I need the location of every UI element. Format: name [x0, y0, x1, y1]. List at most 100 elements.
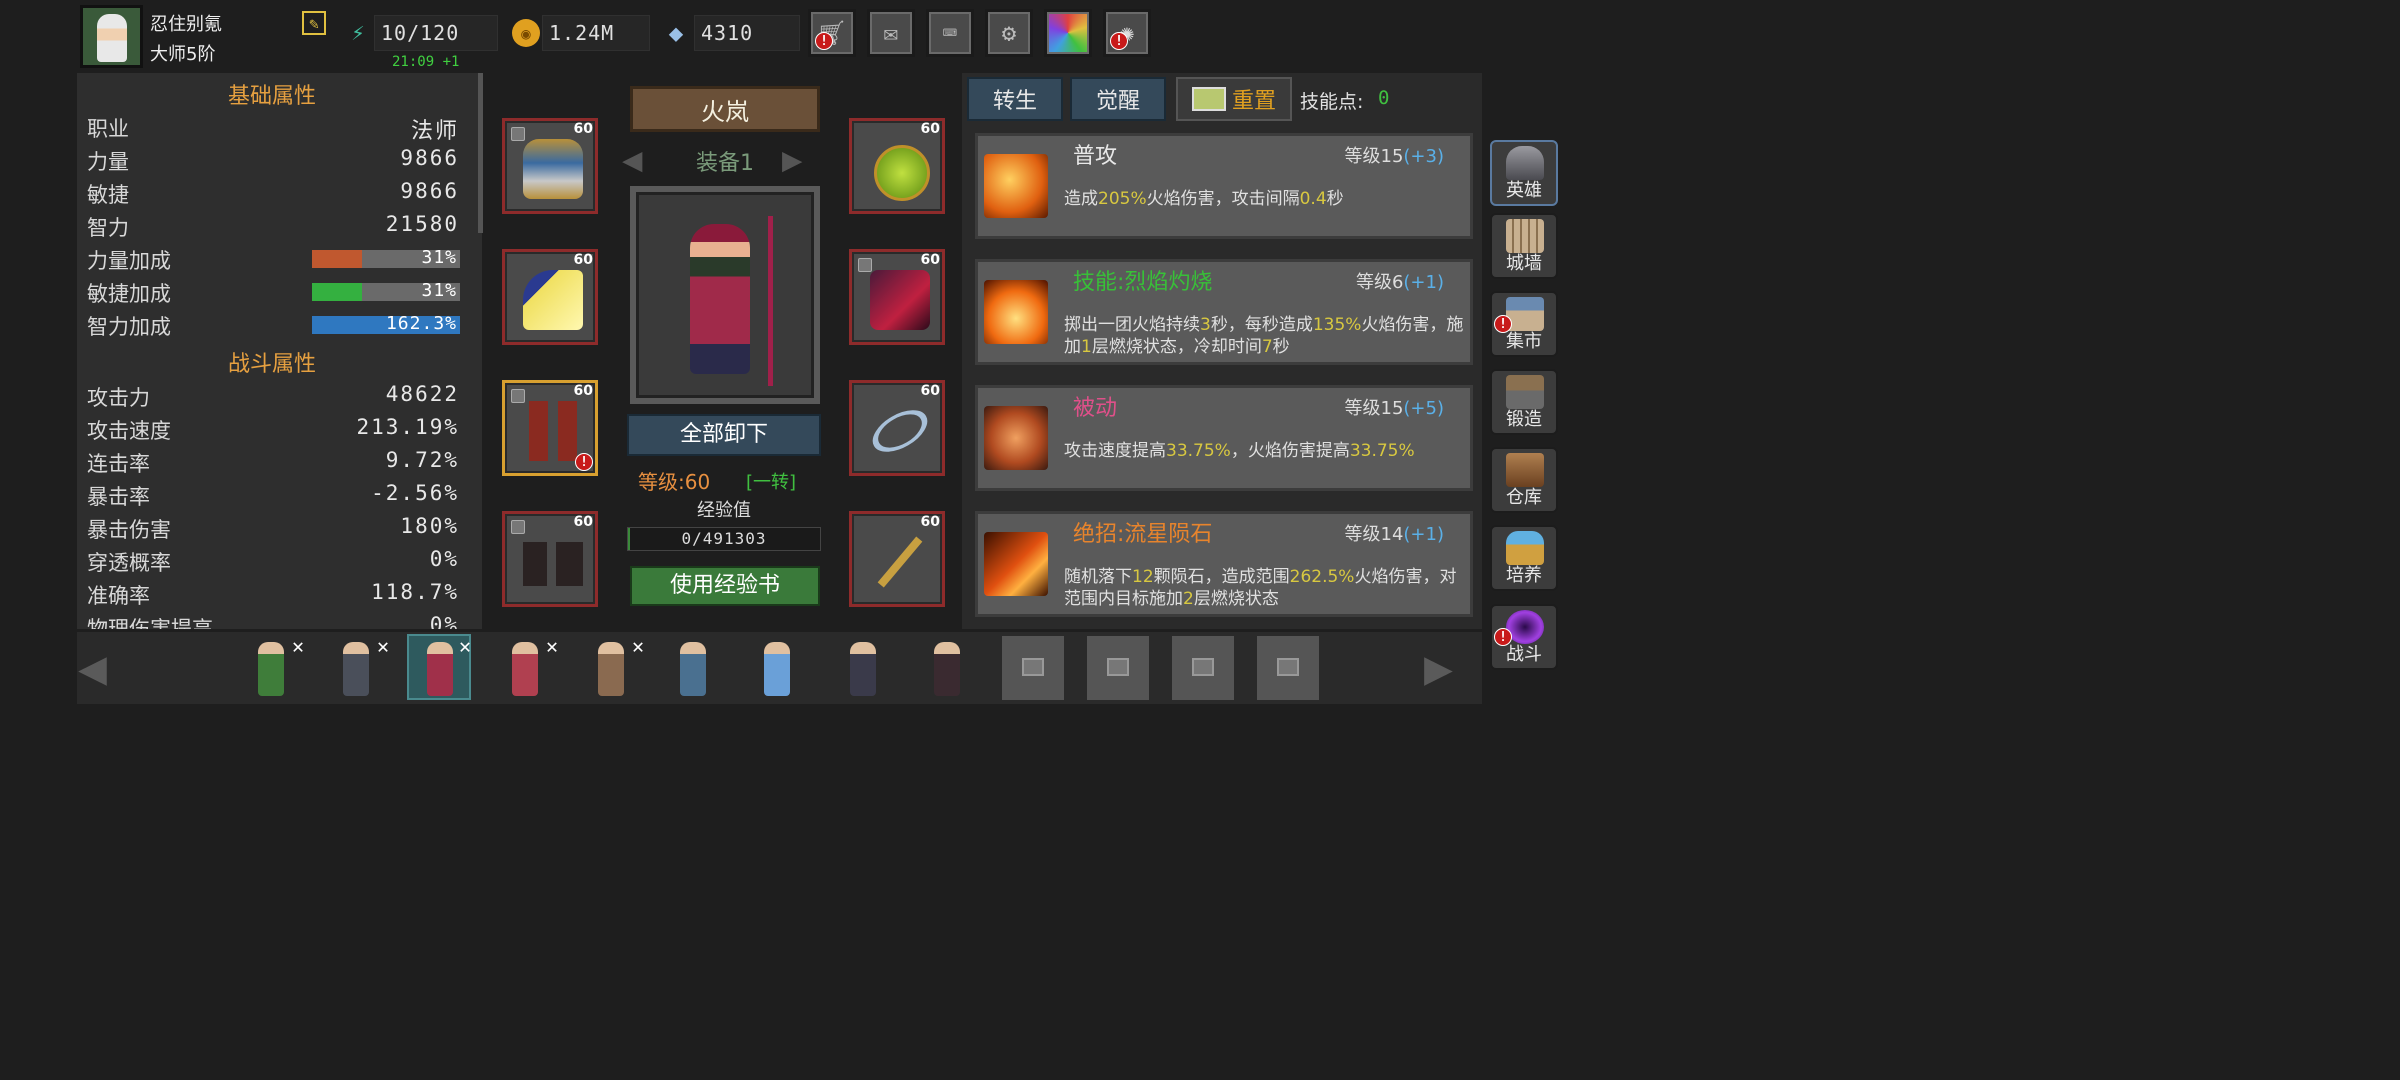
- hero-dismiss-icon[interactable]: ✕: [632, 634, 644, 658]
- side-menu-train[interactable]: 培养: [1490, 525, 1558, 591]
- next-loadout-button[interactable]: ▶: [782, 138, 826, 182]
- equip-slot-boots[interactable]: 60: [502, 511, 598, 607]
- armor-icon: [523, 139, 583, 199]
- awaken-tab-button[interactable]: 觉醒: [1070, 77, 1166, 121]
- desc-value: 7: [1261, 337, 1273, 357]
- hero-card[interactable]: ✕: [494, 634, 558, 700]
- combat-row: 准确率 118.7%: [87, 580, 459, 612]
- roster-next-button[interactable]: ▶: [1424, 640, 1480, 696]
- character-name: 火岚: [701, 98, 749, 126]
- desc-value: 262.5%: [1289, 567, 1355, 587]
- side-menu-wall[interactable]: 城墙: [1490, 213, 1558, 279]
- rebirth-tab-button[interactable]: 转生: [967, 77, 1063, 121]
- skill-card-passive[interactable]: 被动 等级15(+5) 攻击速度提高33.75%，火焰伤害提高33.75%: [975, 385, 1473, 491]
- mail-button[interactable]: ✉: [867, 9, 915, 57]
- hero-sprite: [764, 642, 790, 696]
- side-menu-market[interactable]: ! 集市: [1490, 291, 1558, 357]
- hero-card-locked[interactable]: [1172, 636, 1234, 700]
- attributes-scrollbar[interactable]: [478, 73, 483, 233]
- hero-card-locked[interactable]: [1087, 636, 1149, 700]
- hero-dismiss-icon[interactable]: ✕: [459, 634, 471, 658]
- equip-slot-armor[interactable]: 60: [502, 118, 598, 214]
- skill-points-label: 技能点:: [1300, 91, 1364, 113]
- hero-dismiss-icon[interactable]: ✕: [292, 634, 304, 658]
- equip-slot-pants[interactable]: 60!: [502, 380, 598, 476]
- settings-button[interactable]: ⚙: [985, 9, 1033, 57]
- anvil-icon: [1506, 375, 1544, 409]
- skill-name: 普攻: [1073, 144, 1118, 169]
- hero-card[interactable]: [746, 636, 808, 700]
- use-exp-book-button[interactable]: 使用经验书: [630, 566, 820, 606]
- hero-dismiss-icon[interactable]: ✕: [546, 634, 558, 658]
- reset-button[interactable]: 重置: [1176, 77, 1292, 121]
- attr-label: 力量: [87, 150, 129, 174]
- side-menu-warehouse[interactable]: 仓库: [1490, 447, 1558, 513]
- desc-text: 火焰伤害，攻击间隔: [1146, 189, 1300, 209]
- unequip-all-button[interactable]: 全部卸下: [627, 414, 821, 456]
- desc-text: 秒，每秒造成: [1210, 315, 1313, 335]
- shop-badge: !: [815, 32, 833, 50]
- lock-icon: [511, 520, 525, 534]
- energy-timer: 21:09 +1: [392, 54, 460, 70]
- padlock-icon: [1277, 658, 1299, 676]
- player-name: 忍住别氪: [150, 14, 222, 35]
- attributes-panel[interactable]: 基础属性 职业 法师 力量 9866 敏捷 9866 智力 21580 力量加成…: [77, 73, 482, 629]
- skill-card-basic-attack[interactable]: 普攻 等级15(+3) 造成205%火焰伤害，攻击间隔0.4秒: [975, 133, 1473, 239]
- side-menu-battle[interactable]: ! 战斗: [1490, 604, 1558, 670]
- hero-card[interactable]: [832, 636, 894, 700]
- attr-label: 敏捷: [87, 183, 129, 207]
- prev-loadout-button[interactable]: ◀: [622, 138, 666, 182]
- hero-card[interactable]: ✕: [580, 634, 644, 700]
- hero-sprite: [680, 642, 706, 696]
- hero-sprite: [934, 642, 960, 696]
- slot-level: 60: [573, 121, 593, 137]
- edit-name-icon[interactable]: ✎: [302, 11, 326, 35]
- slot-level: 60: [573, 252, 593, 268]
- bonus-row-agility: 敏捷加成 31%: [87, 278, 460, 310]
- skill-card-meteor[interactable]: 绝招:流星陨石 等级14(+1) 随机落下12颗陨石，造成范围262.5%火焰伤…: [975, 511, 1473, 617]
- side-menu-label: 城墙: [1506, 253, 1542, 274]
- bonus-label: 力量加成: [87, 249, 171, 273]
- equip-slot-amulet[interactable]: 60: [849, 118, 945, 214]
- desc-value: 33.75%: [1166, 441, 1231, 461]
- bonus-value: 31%: [421, 280, 457, 301]
- hero-card[interactable]: ✕: [240, 634, 304, 700]
- side-menu-forge[interactable]: 锻造: [1490, 369, 1558, 435]
- wall-icon: [1506, 219, 1544, 253]
- hero-dismiss-icon[interactable]: ✕: [377, 634, 389, 658]
- ring-icon: [865, 401, 935, 461]
- skill-card-flame-burn[interactable]: 技能:烈焰灼烧 等级6(+1) 掷出一团火焰持续3秒，每秒造成135%火焰伤害，…: [975, 259, 1473, 365]
- hero-card[interactable]: [662, 636, 724, 700]
- exp-bar: 0/491303: [627, 527, 821, 551]
- hero-card-locked[interactable]: [1257, 636, 1319, 700]
- skill-description: 随机落下12颗陨石，造成范围262.5%火焰伤害，对范围内目标施加2层燃烧状态: [1064, 566, 1464, 610]
- equip-slot-gloves[interactable]: 60: [849, 249, 945, 345]
- hero-card-locked[interactable]: [1002, 636, 1064, 700]
- cloak-icon: [523, 270, 583, 330]
- aperture-button[interactable]: [1044, 9, 1092, 57]
- side-menu-hero[interactable]: 英雄: [1490, 140, 1558, 206]
- hero-sprite: [258, 642, 284, 696]
- slot-level: 60: [920, 514, 940, 530]
- combat-value: 0%: [429, 547, 459, 571]
- slot-level: 60: [920, 383, 940, 399]
- chalice-icon: [1506, 531, 1544, 565]
- hero-card[interactable]: ✕: [325, 634, 389, 700]
- equip-slot-staff[interactable]: 60: [849, 511, 945, 607]
- hero-card-selected[interactable]: ✕: [407, 634, 471, 700]
- bonus-bar-fill: [312, 250, 363, 268]
- events-button[interactable]: ✺!: [1103, 9, 1151, 57]
- desc-text: 秒: [1272, 337, 1290, 357]
- gamepad-button[interactable]: ⌨: [926, 9, 974, 57]
- avatar[interactable]: [80, 5, 143, 68]
- gem-icon: ◆: [668, 19, 684, 47]
- shop-button[interactable]: 🛒︎!: [808, 9, 856, 57]
- attr-row-class: 职业 法师: [87, 113, 459, 145]
- equip-slot-cloak[interactable]: 60: [502, 249, 598, 345]
- hero-sprite: [850, 642, 876, 696]
- hero-card[interactable]: [916, 636, 978, 700]
- equip-slot-ring[interactable]: 60: [849, 380, 945, 476]
- roster-prev-button[interactable]: ◀: [78, 640, 134, 696]
- desc-text: 颗陨石，造成范围: [1153, 567, 1290, 587]
- attr-row-strength: 力量 9866: [87, 146, 459, 178]
